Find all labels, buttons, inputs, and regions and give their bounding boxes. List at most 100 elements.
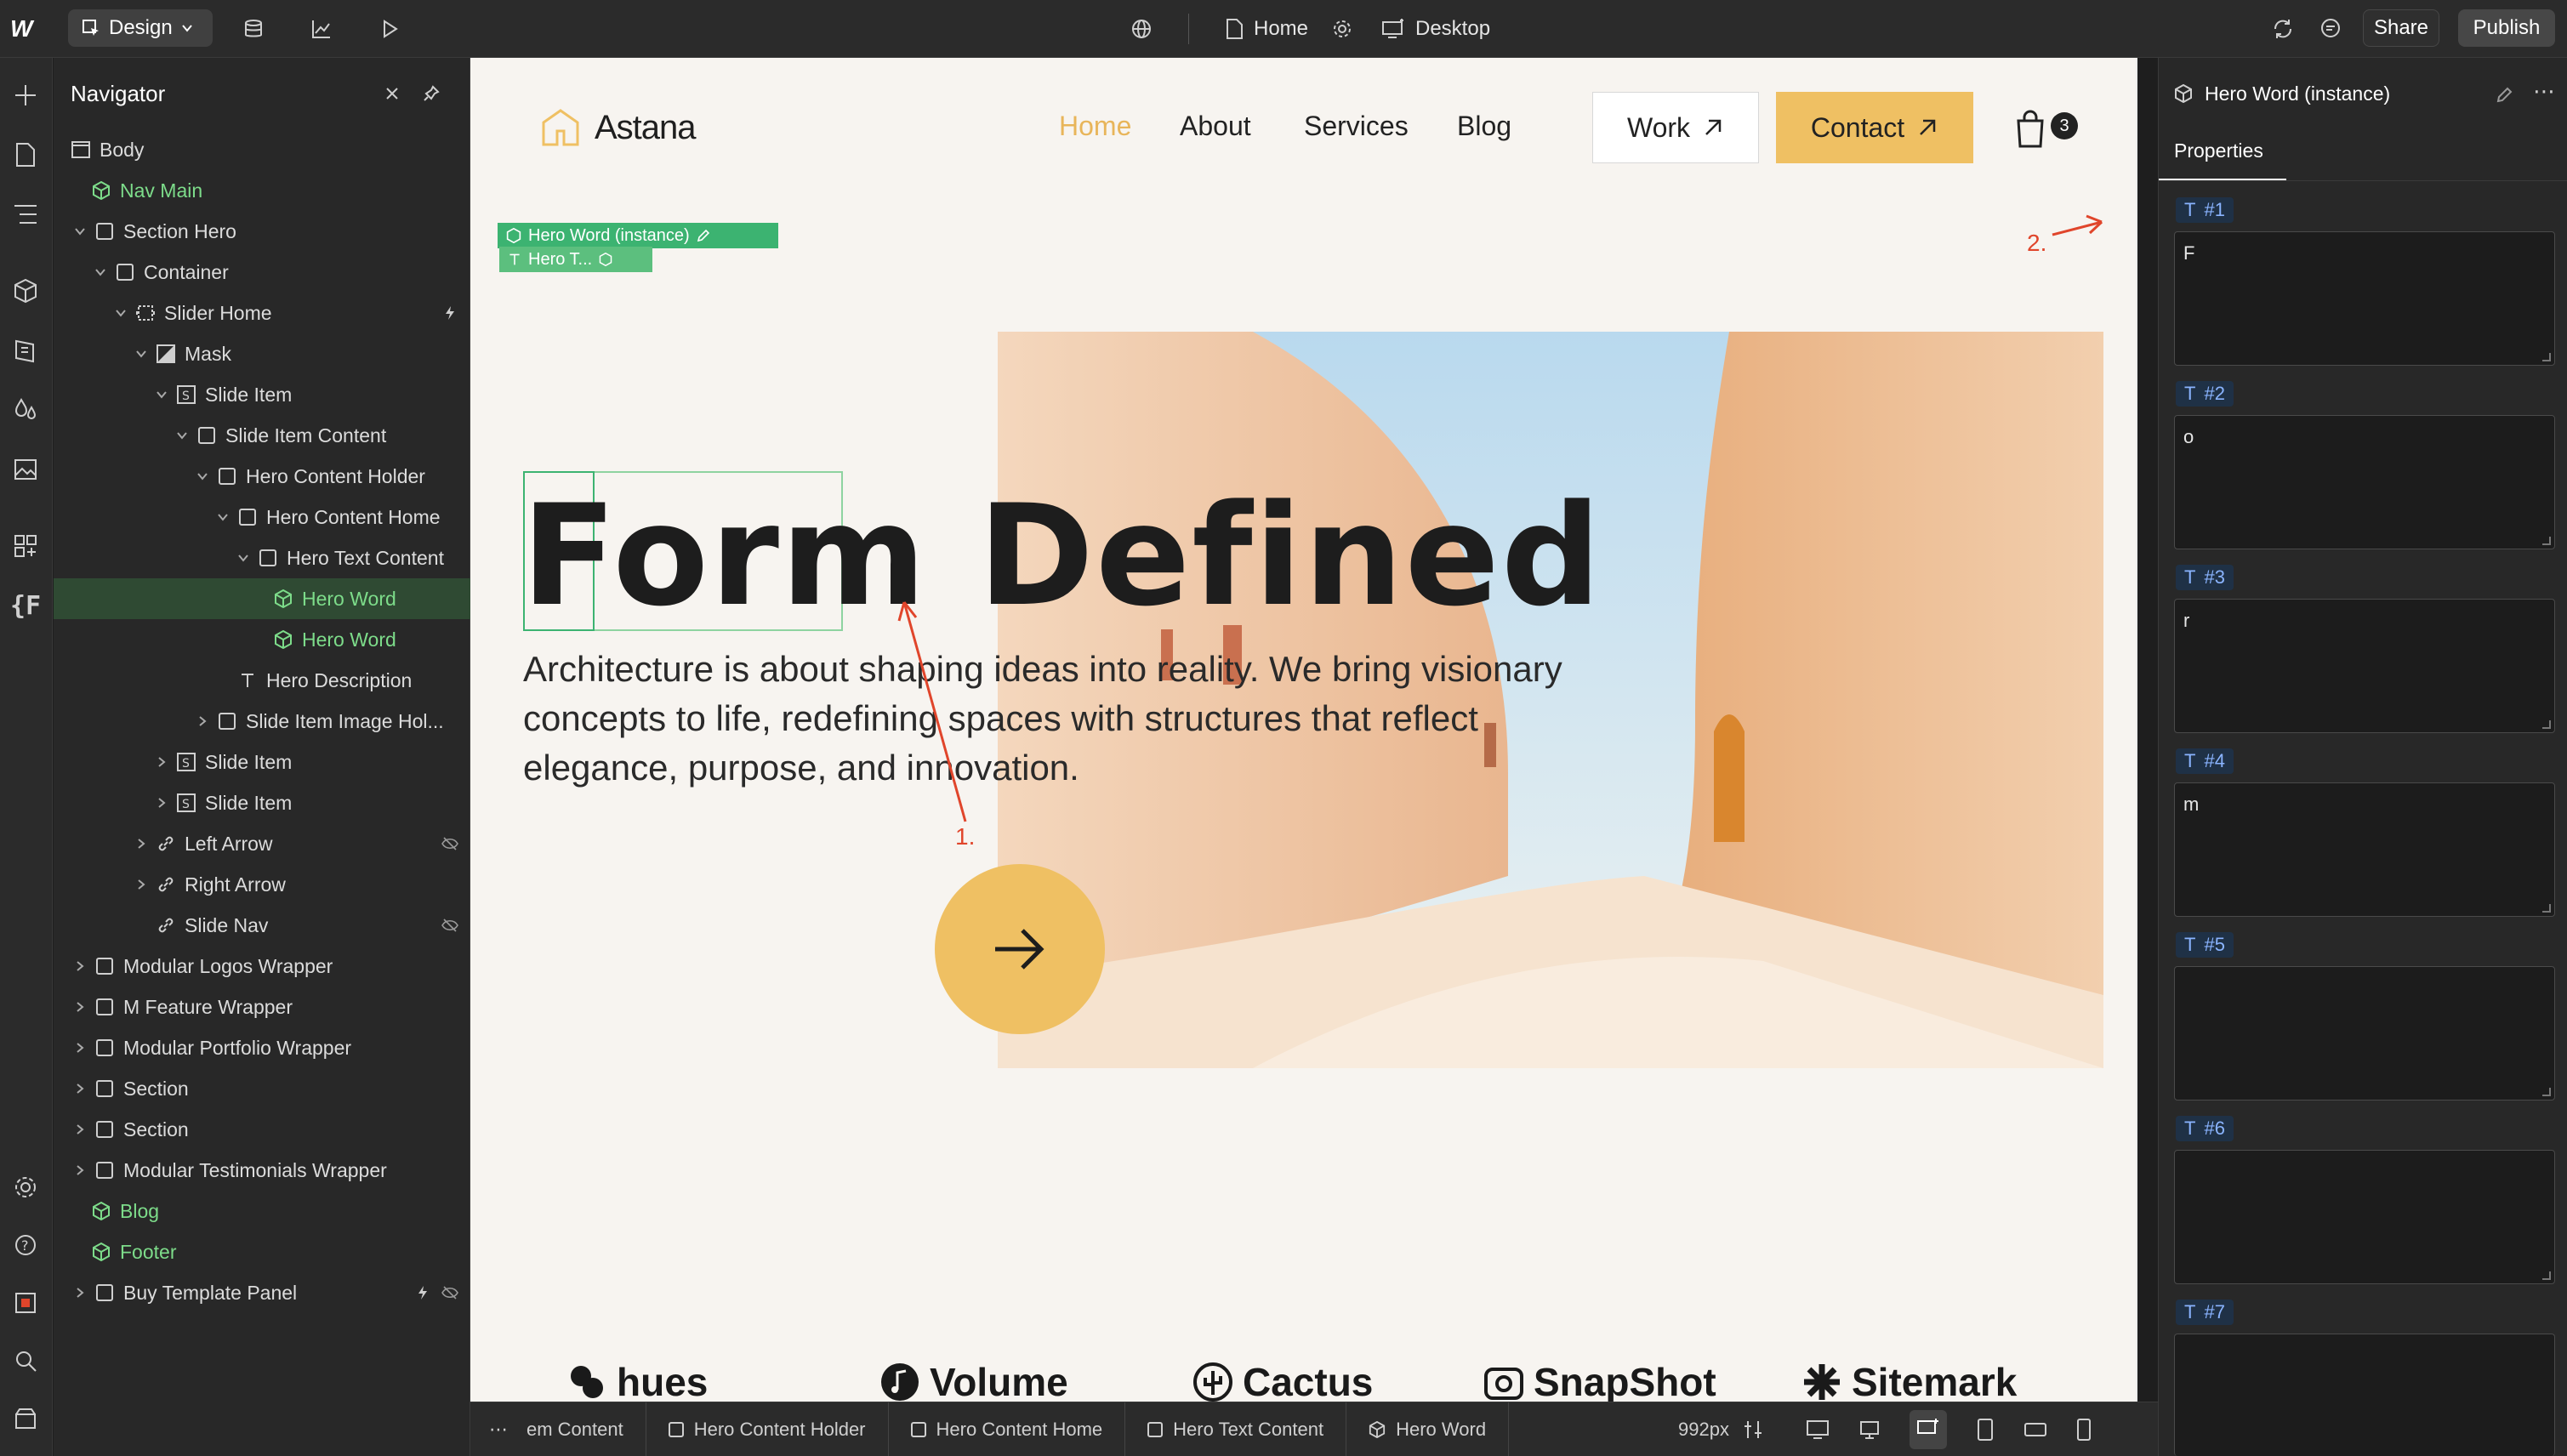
tree-item-section-2[interactable]: Section <box>54 1109 470 1150</box>
chevron-down-icon[interactable] <box>134 346 149 361</box>
tree-item-container[interactable]: Container <box>54 252 470 293</box>
apps-icon[interactable] <box>9 529 43 563</box>
prop-textarea-4[interactable]: m <box>2174 782 2555 917</box>
tree-item-nav-main[interactable]: Nav Main <box>54 170 470 211</box>
breadcrumb-item[interactable]: em Content <box>523 1402 646 1456</box>
resize-grip-icon[interactable] <box>2542 1271 2551 1280</box>
tree-item-modular-portfolio-wrapper[interactable]: Modular Portfolio Wrapper <box>54 1027 470 1068</box>
tree-item-mask[interactable]: Mask <box>54 333 470 374</box>
breakpoint-desktop-icon[interactable] <box>1858 1419 1881 1441</box>
chevron-right-icon[interactable] <box>72 1285 88 1300</box>
device-selector[interactable]: Desktop <box>1381 0 1490 58</box>
breakpoint-large-desktop-icon[interactable] <box>1806 1419 1830 1441</box>
analytics-icon[interactable] <box>306 14 337 44</box>
breadcrumb-more-icon[interactable]: ⋯ <box>470 1402 523 1456</box>
hidden-eye-icon[interactable] <box>441 1284 458 1301</box>
tree-item-hero-content-home[interactable]: Hero Content Home <box>54 497 470 537</box>
tree-item-slide-item-content[interactable]: Slide Item Content <box>54 415 470 456</box>
breakpoint-mobile-landscape-icon[interactable] <box>2023 1420 2047 1439</box>
pages-icon[interactable] <box>9 138 43 172</box>
chevron-right-icon[interactable] <box>134 877 149 892</box>
resize-grip-icon[interactable] <box>2542 1088 2551 1096</box>
breakpoint-mobile-portrait-icon[interactable] <box>2076 1418 2092 1442</box>
breakpoint-tablet-icon[interactable] <box>1976 1418 1995 1442</box>
finsweet-attributes-icon[interactable]: {F <box>9 589 43 623</box>
chevron-right-icon[interactable] <box>134 836 149 851</box>
resize-grip-icon[interactable] <box>2542 720 2551 729</box>
tree-item-blog[interactable]: Blog <box>54 1191 470 1231</box>
globe-icon[interactable] <box>1126 14 1157 44</box>
chevron-right-icon[interactable] <box>154 795 169 810</box>
page-settings-gear-icon[interactable] <box>1327 14 1357 44</box>
chevron-right-icon[interactable] <box>195 714 210 729</box>
navigator-icon[interactable] <box>9 197 43 231</box>
marketplace-icon[interactable] <box>9 1402 43 1436</box>
help-icon[interactable]: ? <box>9 1228 43 1262</box>
assets-image-icon[interactable] <box>9 452 43 486</box>
design-mode-button[interactable]: Design <box>68 9 213 47</box>
tree-item-hero-word[interactable]: Hero Word <box>54 619 470 660</box>
tree-item-hero-text-content[interactable]: Hero Text Content <box>54 537 470 578</box>
tree-item-m-feature-wrapper[interactable]: M Feature Wrapper <box>54 987 470 1027</box>
breadcrumb-item-current[interactable]: Hero Word <box>1346 1402 1510 1456</box>
chevron-right-icon[interactable] <box>72 1081 88 1096</box>
tree-item-slider-home[interactable]: Slider Home <box>54 293 470 333</box>
resize-grip-icon[interactable] <box>2542 904 2551 913</box>
tree-item-section-hero[interactable]: Section Hero <box>54 211 470 252</box>
prop-textarea-1[interactable]: F <box>2174 231 2555 366</box>
chevron-down-icon[interactable] <box>113 305 128 321</box>
prop-textarea-6[interactable] <box>2174 1150 2555 1284</box>
collapse-icon[interactable] <box>380 82 404 105</box>
tree-item-footer[interactable]: Footer <box>54 1231 470 1272</box>
chevron-down-icon[interactable] <box>236 550 251 566</box>
tree-item-left-arrow[interactable]: Left Arrow <box>54 823 470 864</box>
variables-drops-icon[interactable] <box>9 393 43 427</box>
tree-item-slide-item[interactable]: S Slide Item <box>54 374 470 415</box>
chevron-down-icon[interactable] <box>215 509 231 525</box>
webflow-logo-icon[interactable]: W <box>10 15 32 43</box>
tree-item-modular-logos-wrapper[interactable]: Modular Logos Wrapper <box>54 946 470 987</box>
hidden-eye-icon[interactable] <box>441 917 458 934</box>
tree-item-buy-template-panel[interactable]: Buy Template Panel <box>54 1272 470 1313</box>
chevron-right-icon[interactable] <box>72 1040 88 1055</box>
prop-textarea-7[interactable] <box>2174 1334 2555 1456</box>
chevron-right-icon[interactable] <box>72 1122 88 1137</box>
tree-item-modular-testimonials-wrapper[interactable]: Modular Testimonials Wrapper <box>54 1150 470 1191</box>
sync-icon[interactable] <box>2268 14 2298 44</box>
edit-component-icon[interactable] <box>2496 85 2514 104</box>
prop-textarea-3[interactable]: r <box>2174 599 2555 733</box>
preview-play-icon[interactable] <box>374 14 405 44</box>
settings-gear-icon[interactable] <box>9 1170 43 1204</box>
hidden-eye-icon[interactable] <box>441 835 458 852</box>
resize-grip-icon[interactable] <box>2542 537 2551 545</box>
chevron-down-icon[interactable] <box>72 224 88 239</box>
breadcrumb-item[interactable]: Hero Content Holder <box>646 1402 889 1456</box>
tree-item-slide-nav[interactable]: Slide Nav <box>54 905 470 946</box>
tree-item-slide-item-image-holder[interactable]: Slide Item Image Hol... <box>54 701 470 742</box>
search-icon[interactable] <box>9 1344 43 1378</box>
breadcrumb-item[interactable]: Hero Text Content <box>1125 1402 1347 1456</box>
chevron-down-icon[interactable] <box>154 387 169 402</box>
tab-properties[interactable]: Properties <box>2174 139 2263 162</box>
tree-item-slide-item-3[interactable]: S Slide Item <box>54 782 470 823</box>
tree-item-hero-description[interactable]: Hero Description <box>54 660 470 701</box>
breakpoint-base-active[interactable] <box>1910 1410 1947 1449</box>
prop-textarea-5[interactable] <box>2174 966 2555 1101</box>
style-selectors-icon[interactable] <box>9 333 43 367</box>
design-canvas[interactable]: Astana Home About Services Blog Work Con… <box>470 58 2137 1402</box>
record-icon[interactable] <box>9 1286 43 1320</box>
chevron-right-icon[interactable] <box>72 958 88 974</box>
chevron-down-icon[interactable] <box>195 469 210 484</box>
resize-grip-icon[interactable] <box>2542 353 2551 361</box>
chevron-right-icon[interactable] <box>154 754 169 770</box>
comments-icon[interactable] <box>2315 14 2346 44</box>
chevron-down-icon[interactable] <box>93 264 108 280</box>
add-element-plus-icon[interactable] <box>9 78 43 112</box>
tree-item-hero-word-selected[interactable]: Hero Word <box>54 578 470 619</box>
pin-icon[interactable] <box>419 82 443 105</box>
cms-database-icon[interactable] <box>238 14 269 44</box>
tree-item-right-arrow[interactable]: Right Arrow <box>54 864 470 905</box>
tree-item-section[interactable]: Section <box>54 1068 470 1109</box>
tree-item-body[interactable]: Body <box>54 129 470 170</box>
canvas-width-readout[interactable]: 992px <box>1678 1402 1763 1456</box>
